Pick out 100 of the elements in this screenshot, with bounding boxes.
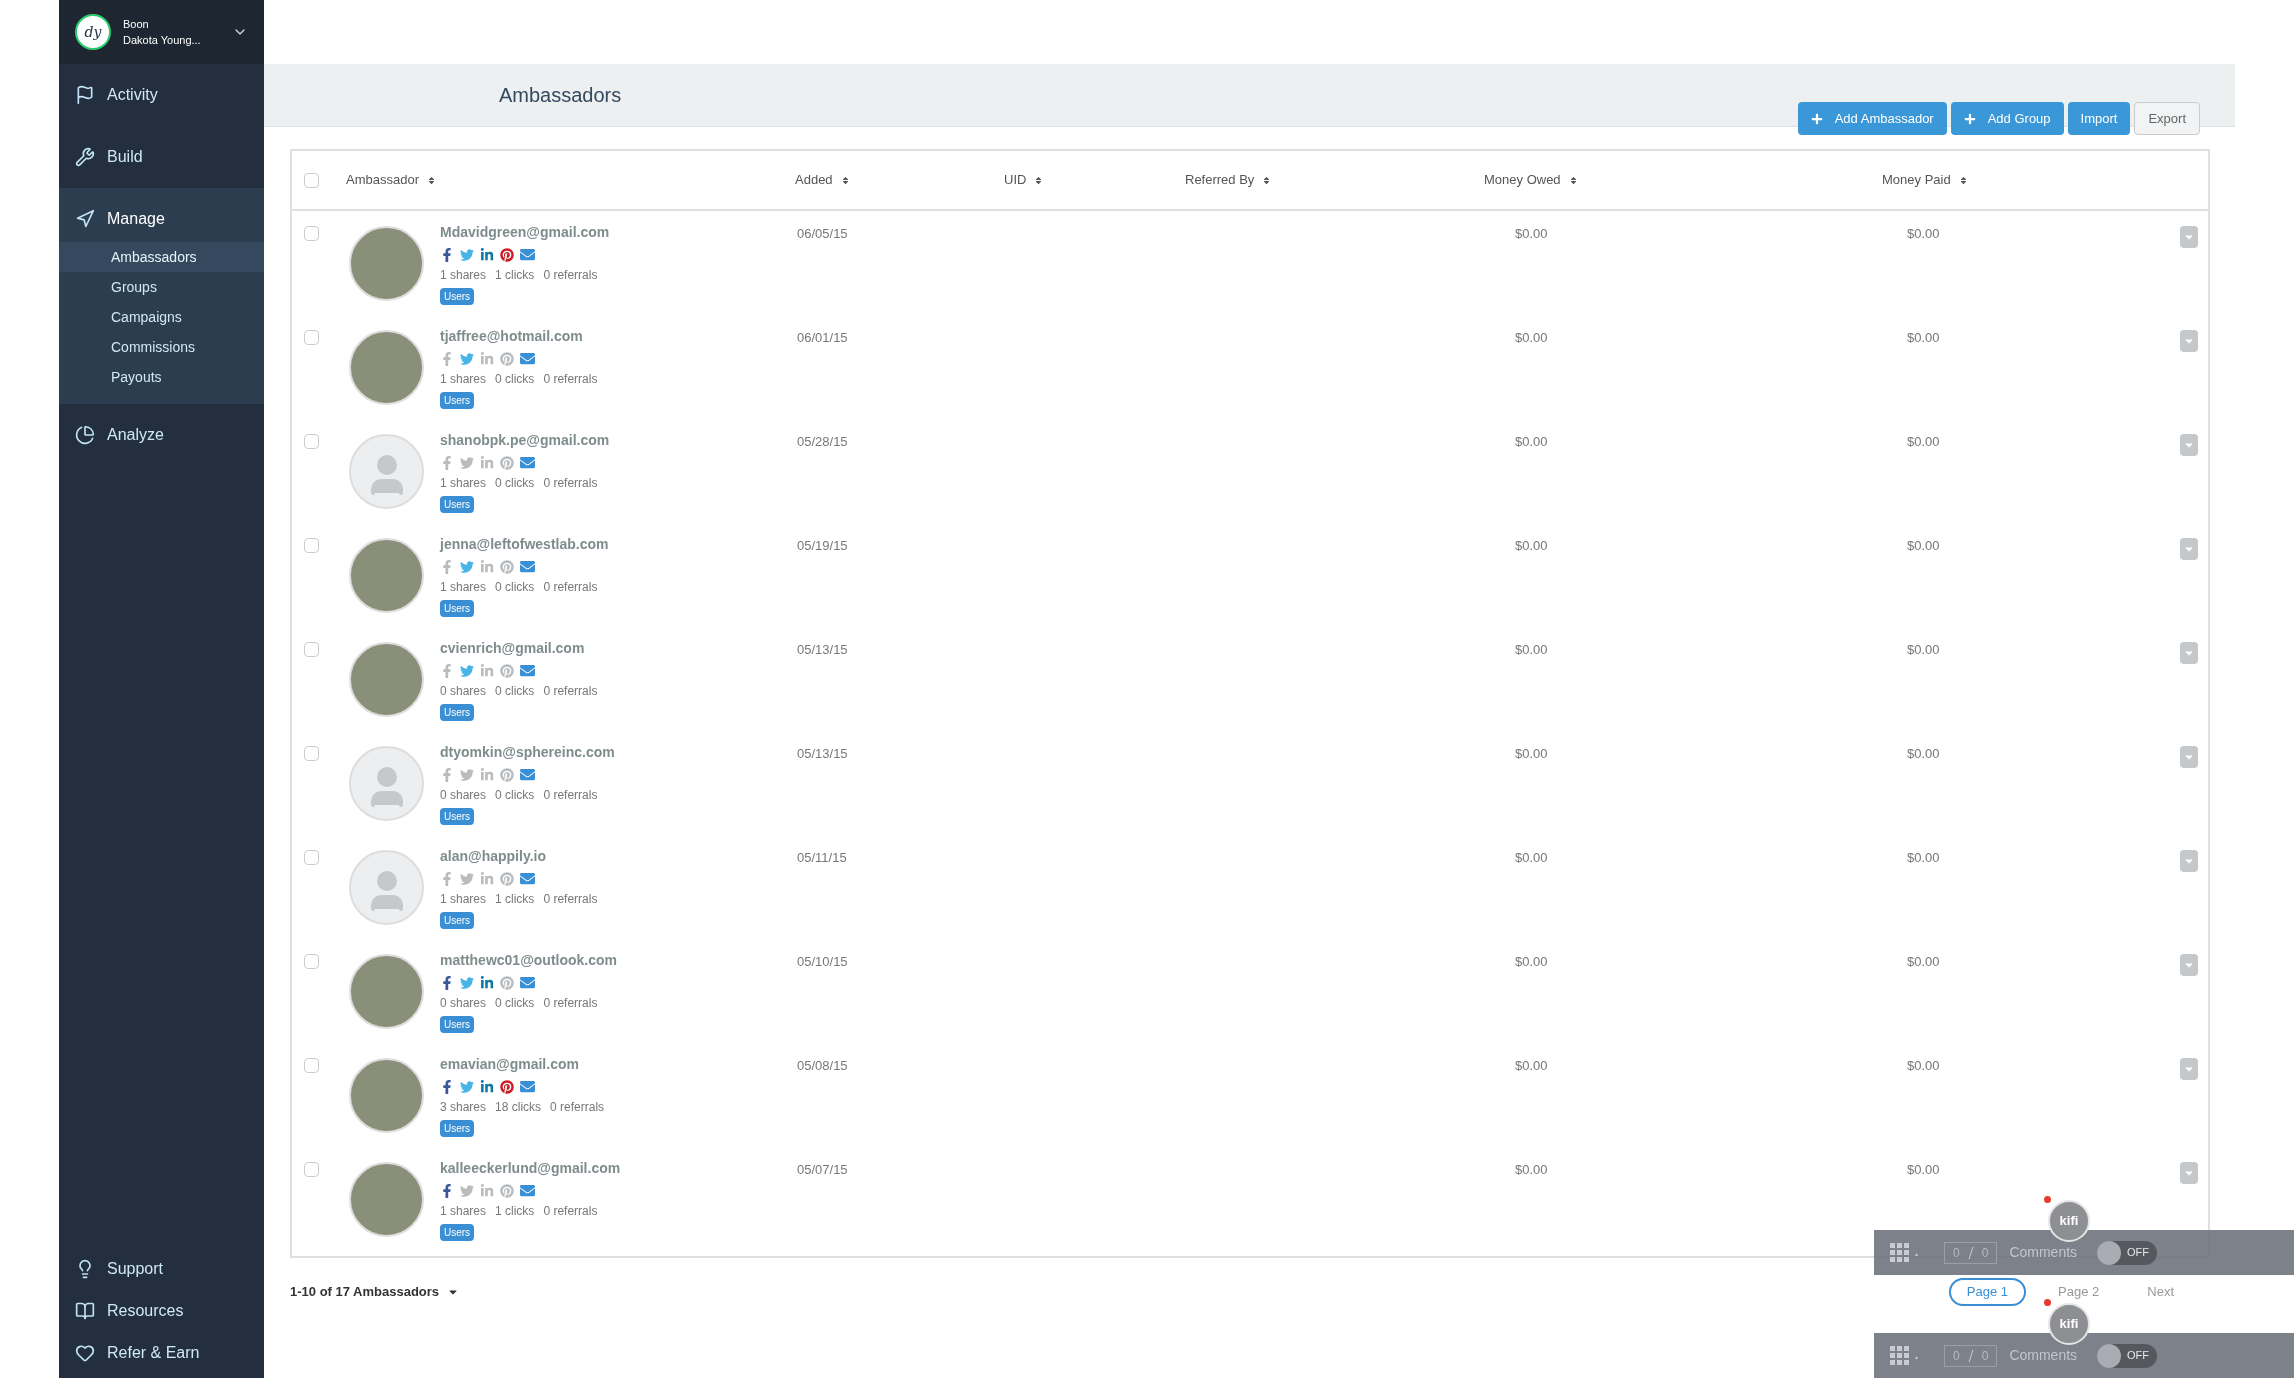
pagination-summary[interactable]: 1-10 of 17 Ambassadors — [290, 1282, 460, 1302]
referrals-count: 0 referrals — [543, 891, 598, 908]
shares-count: 3 shares — [440, 1099, 487, 1116]
action-button[interactable]: Import — [2067, 102, 2131, 135]
ambassador-email[interactable]: shanobpk.pe@gmail.com — [440, 430, 610, 451]
column-header[interactable]: Ambassador — [346, 170, 436, 190]
comment-count: 0 — [1953, 1347, 1960, 1365]
column-header[interactable]: Referred By — [1185, 170, 1272, 190]
kifi-badge[interactable]: kifi — [2048, 1200, 2090, 1242]
comments-label: Comments — [2009, 1346, 2078, 1365]
clicks-count: 0 clicks — [495, 787, 535, 804]
shares-count: 1 shares — [440, 891, 487, 908]
date-added: 05/13/15 — [797, 642, 848, 657]
money-owed: $0.00 — [1515, 642, 1548, 657]
shares-count: 1 shares — [440, 267, 487, 284]
shares-count: 1 shares — [440, 475, 487, 492]
referrals-count: 0 referrals — [543, 579, 598, 596]
group-tag: Users — [440, 808, 475, 825]
clicks-count: 0 clicks — [495, 995, 535, 1012]
group-tag: Users — [440, 288, 475, 305]
clicks-count: 18 clicks — [495, 1099, 542, 1116]
column-header[interactable]: UID — [1004, 170, 1044, 190]
ambassador-email[interactable]: cvienrich@gmail.com — [440, 638, 598, 659]
date-added: 05/13/15 — [797, 746, 848, 761]
nav-subitem[interactable]: Commissions — [59, 332, 264, 362]
ambassador-email[interactable]: dtyomkin@sphereinc.com — [440, 742, 615, 763]
nav-item[interactable]: Activity — [59, 64, 264, 126]
referrals-count: 0 referrals — [543, 267, 598, 284]
nav-item[interactable]: Support — [59, 1248, 264, 1290]
money-owed: $0.00 — [1515, 434, 1548, 449]
logo-icon: dy — [75, 14, 111, 50]
group-tag: Users — [440, 1016, 475, 1033]
referrals-count: 0 referrals — [543, 995, 598, 1012]
group-tag: Users — [440, 600, 475, 617]
shares-count: 0 shares — [440, 787, 487, 804]
shares-count: 0 shares — [440, 683, 487, 700]
referrals-count: 0 referrals — [543, 1203, 598, 1220]
clicks-count: 1 clicks — [495, 267, 535, 284]
money-paid: $0.00 — [1907, 330, 1940, 345]
comments-toggle[interactable]: OFF — [2097, 1343, 2158, 1368]
money-owed: $0.00 — [1515, 954, 1548, 969]
referrals-count: 0 referrals — [543, 787, 598, 804]
money-paid: $0.00 — [1907, 954, 1940, 969]
referrals-count: 0 referrals — [543, 475, 598, 492]
shares-count: 1 shares — [440, 1203, 487, 1220]
shares-count: 0 shares — [440, 995, 487, 1012]
action-button[interactable]: Export — [2134, 102, 2200, 135]
ambassador-email[interactable]: kalleeckerlund@gmail.com — [440, 1158, 621, 1179]
action-button[interactable]: Add Ambassador — [1797, 102, 1947, 135]
group-tag: Users — [440, 392, 475, 409]
referrals-count: 0 referrals — [550, 1099, 605, 1116]
ambassador-email[interactable]: jenna@leftofwestlab.com — [440, 534, 609, 555]
org-name: Boon — [123, 16, 150, 32]
ambassador-email[interactable]: emavian@gmail.com — [440, 1054, 605, 1075]
money-owed: $0.00 — [1515, 850, 1548, 865]
column-header[interactable]: Money Paid — [1882, 170, 1968, 190]
column-header[interactable]: Money Owed — [1484, 170, 1578, 190]
group-tag: Users — [440, 1120, 475, 1137]
clicks-count: 0 clicks — [495, 683, 535, 700]
date-added: 06/05/15 — [797, 226, 848, 241]
nav-item[interactable]: Resources — [59, 1290, 264, 1332]
ambassador-email[interactable]: Mdavidgreen@gmail.com — [440, 222, 610, 243]
date-added: 05/07/15 — [797, 1162, 848, 1177]
nav-subitem[interactable]: Payouts — [59, 362, 264, 392]
nav-item[interactable]: Refer & Earn — [59, 1332, 264, 1374]
money-paid: $0.00 — [1907, 226, 1940, 241]
group-tag: Users — [440, 496, 475, 513]
page-link[interactable]: Page 1 — [1948, 1278, 2027, 1306]
clicks-count: 0 clicks — [495, 579, 535, 596]
comments-toggle[interactable]: OFF — [2097, 1240, 2158, 1265]
money-paid: $0.00 — [1907, 538, 1940, 553]
shares-count: 1 shares — [440, 371, 487, 388]
column-header[interactable]: Added — [795, 170, 850, 190]
clicks-count: 1 clicks — [495, 891, 535, 908]
ambassador-email[interactable]: alan@happily.io — [440, 846, 598, 867]
money-paid: $0.00 — [1907, 850, 1940, 865]
account-header[interactable]: dy Boon Dakota Young... — [59, 0, 264, 64]
nav-item[interactable]: Build — [59, 126, 264, 188]
referrals-count: 0 referrals — [543, 683, 598, 700]
action-button[interactable]: Add Group — [1950, 102, 2064, 135]
money-owed: $0.00 — [1515, 330, 1548, 345]
clicks-count: 0 clicks — [495, 371, 535, 388]
group-tag: Users — [440, 912, 475, 929]
nav-item[interactable]: Analyze — [59, 404, 264, 466]
nav-subitem[interactable]: Campaigns — [59, 302, 264, 332]
comment-count: 0 — [1953, 1244, 1960, 1262]
money-owed: $0.00 — [1515, 226, 1548, 241]
kifi-badge[interactable]: kifi — [2048, 1303, 2090, 1345]
nav-subitem[interactable]: Ambassadors — [59, 242, 264, 272]
comments-label: Comments — [2009, 1243, 2078, 1262]
ambassador-email[interactable]: tjaffree@hotmail.com — [440, 326, 598, 347]
user-name: Dakota Young... — [123, 33, 202, 48]
money-owed: $0.00 — [1515, 538, 1548, 553]
group-tag: Users — [440, 704, 475, 721]
ambassador-email[interactable]: matthewc01@outlook.com — [440, 950, 618, 971]
date-added: 05/19/15 — [797, 538, 848, 553]
clicks-count: 1 clicks — [495, 1203, 535, 1220]
money-paid: $0.00 — [1907, 1162, 1940, 1177]
nav-subitem[interactable]: Groups — [59, 272, 264, 302]
group-tag: Users — [440, 1224, 475, 1241]
